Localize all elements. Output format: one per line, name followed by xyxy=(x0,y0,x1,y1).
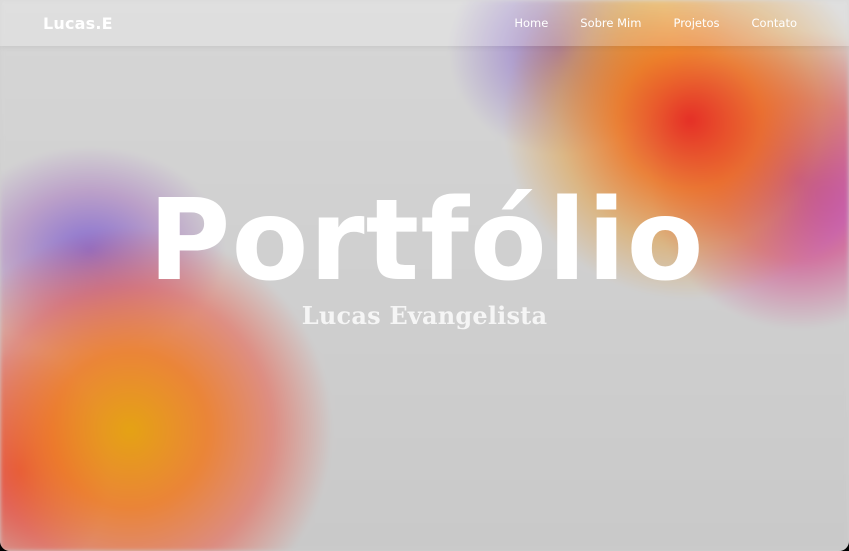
navbar: Lucas.E Home Sobre Mim Projetos Contato xyxy=(0,0,849,46)
logo-link[interactable]: Lucas.E xyxy=(43,14,113,33)
nav-link-projetos[interactable]: Projetos xyxy=(673,16,719,30)
hero-subtitle: Lucas Evangelista xyxy=(301,301,548,330)
nav-link-home[interactable]: Home xyxy=(514,16,548,30)
page: Lucas.E Home Sobre Mim Projetos Contato … xyxy=(0,0,849,551)
nav-link-sobre-mim[interactable]: Sobre Mim xyxy=(580,16,641,30)
hero-section: Portfólio Lucas Evangelista xyxy=(0,185,849,330)
nav-link-contato[interactable]: Contato xyxy=(752,16,797,30)
nav-links: Home Sobre Mim Projetos Contato xyxy=(482,16,797,30)
hero-title: Portfólio xyxy=(148,176,705,306)
